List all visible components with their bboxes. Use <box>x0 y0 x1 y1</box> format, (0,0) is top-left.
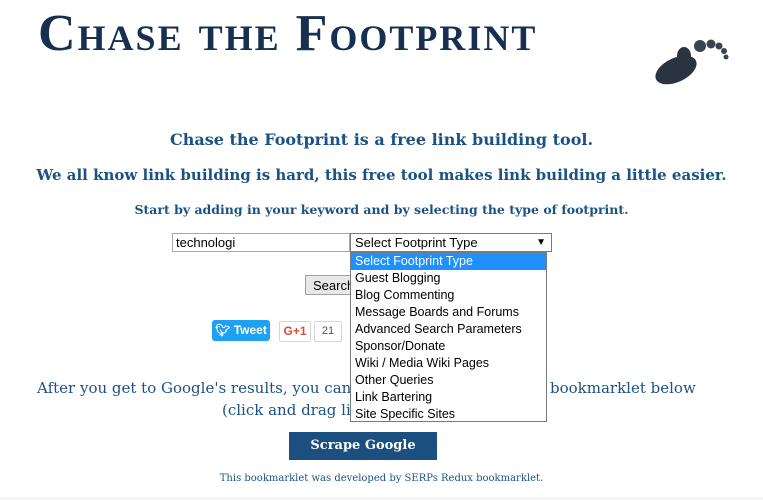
google-plus-count: 21 <box>314 321 342 342</box>
intro-instruction: Start by adding in your keyword and by s… <box>134 202 629 217</box>
site-title: Chase the Footprint <box>38 5 538 62</box>
footprint-select-value: Select Footprint Type <box>355 235 478 250</box>
chevron-down-icon: ▼ <box>536 237 546 248</box>
google-plus-button[interactable]: G+1 <box>279 321 311 342</box>
bookmarklet-credit: This bookmarklet was developed by SERPs … <box>219 473 544 484</box>
keyword-input[interactable]: technologi <box>172 233 350 252</box>
dropdown-option[interactable]: Message Boards and Forums <box>351 304 546 321</box>
bookmarklet-text-right: bookmarklet below <box>550 379 696 397</box>
dropdown-option[interactable]: Select Footprint Type <box>351 253 546 270</box>
dropdown-option[interactable]: Wiki / Media Wiki Pages <box>351 355 546 372</box>
scrape-google-results-bookmarklet[interactable]: Scrape Google Results <box>289 432 437 481</box>
twitter-bird-icon: 🐦︎ <box>215 323 231 337</box>
dropdown-option[interactable]: Other Queries <box>351 372 546 389</box>
intro-heading: Chase the Footprint is a free link build… <box>169 130 594 149</box>
footprint-icon <box>655 39 729 85</box>
bookmarklet-text-line2: (click and drag lin <box>222 401 361 419</box>
tweet-label: Tweet <box>233 323 267 337</box>
intro-subheading: We all know link building is hard, this … <box>36 166 727 184</box>
tweet-button[interactable]: 🐦︎ Tweet <box>212 320 270 341</box>
footprint-select[interactable]: Select Footprint Type ▼ <box>350 233 552 252</box>
dropdown-option[interactable]: Site Specific Sites <box>351 406 546 423</box>
dropdown-option[interactable]: Advanced Search Parameters <box>351 321 546 338</box>
dropdown-option[interactable]: Sponsor/Donate <box>351 338 546 355</box>
footprint-dropdown-list[interactable]: Select Footprint Type Guest Blogging Blo… <box>350 252 547 422</box>
dropdown-option[interactable]: Blog Commenting <box>351 287 546 304</box>
bookmarklet-text-left: After you get to Google's results, you c… <box>37 379 384 397</box>
dropdown-option[interactable]: Guest Blogging <box>351 270 546 287</box>
dropdown-option[interactable]: Link Bartering <box>351 389 546 406</box>
